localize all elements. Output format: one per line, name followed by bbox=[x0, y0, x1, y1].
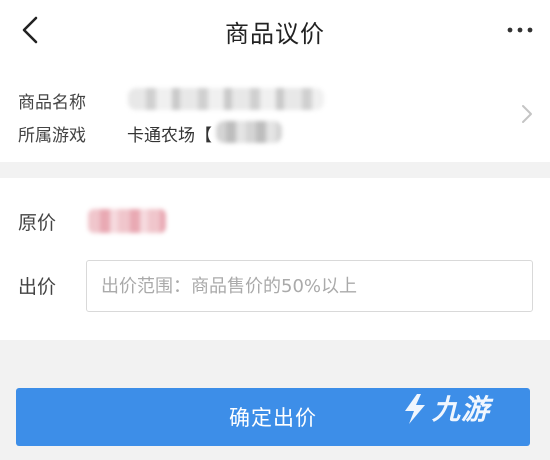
bid-label: 出价 bbox=[18, 276, 57, 298]
page-title: 商品议价 bbox=[225, 20, 325, 48]
confirm-bid-button[interactable]: 确定出价 bbox=[16, 388, 530, 446]
original-price-redacted bbox=[88, 209, 166, 233]
bid-input[interactable] bbox=[86, 260, 533, 312]
navigation-bar: 商品议价 bbox=[0, 0, 550, 66]
original-price-label: 原价 bbox=[18, 212, 57, 234]
chevron-right-icon bbox=[522, 105, 532, 123]
more-button[interactable] bbox=[506, 22, 534, 38]
game-label: 所属游戏 bbox=[18, 126, 86, 146]
pricing-card: 原价 出价 bbox=[0, 178, 550, 340]
game-value: 卡通农场【 bbox=[127, 126, 212, 146]
game-value-redacted bbox=[216, 121, 282, 143]
product-name-redacted bbox=[128, 88, 324, 110]
product-name-label: 商品名称 bbox=[18, 93, 86, 113]
more-horizontal-icon bbox=[507, 27, 533, 33]
product-info-card[interactable]: 商品名称 所属游戏 卡通农场【 bbox=[0, 66, 550, 162]
